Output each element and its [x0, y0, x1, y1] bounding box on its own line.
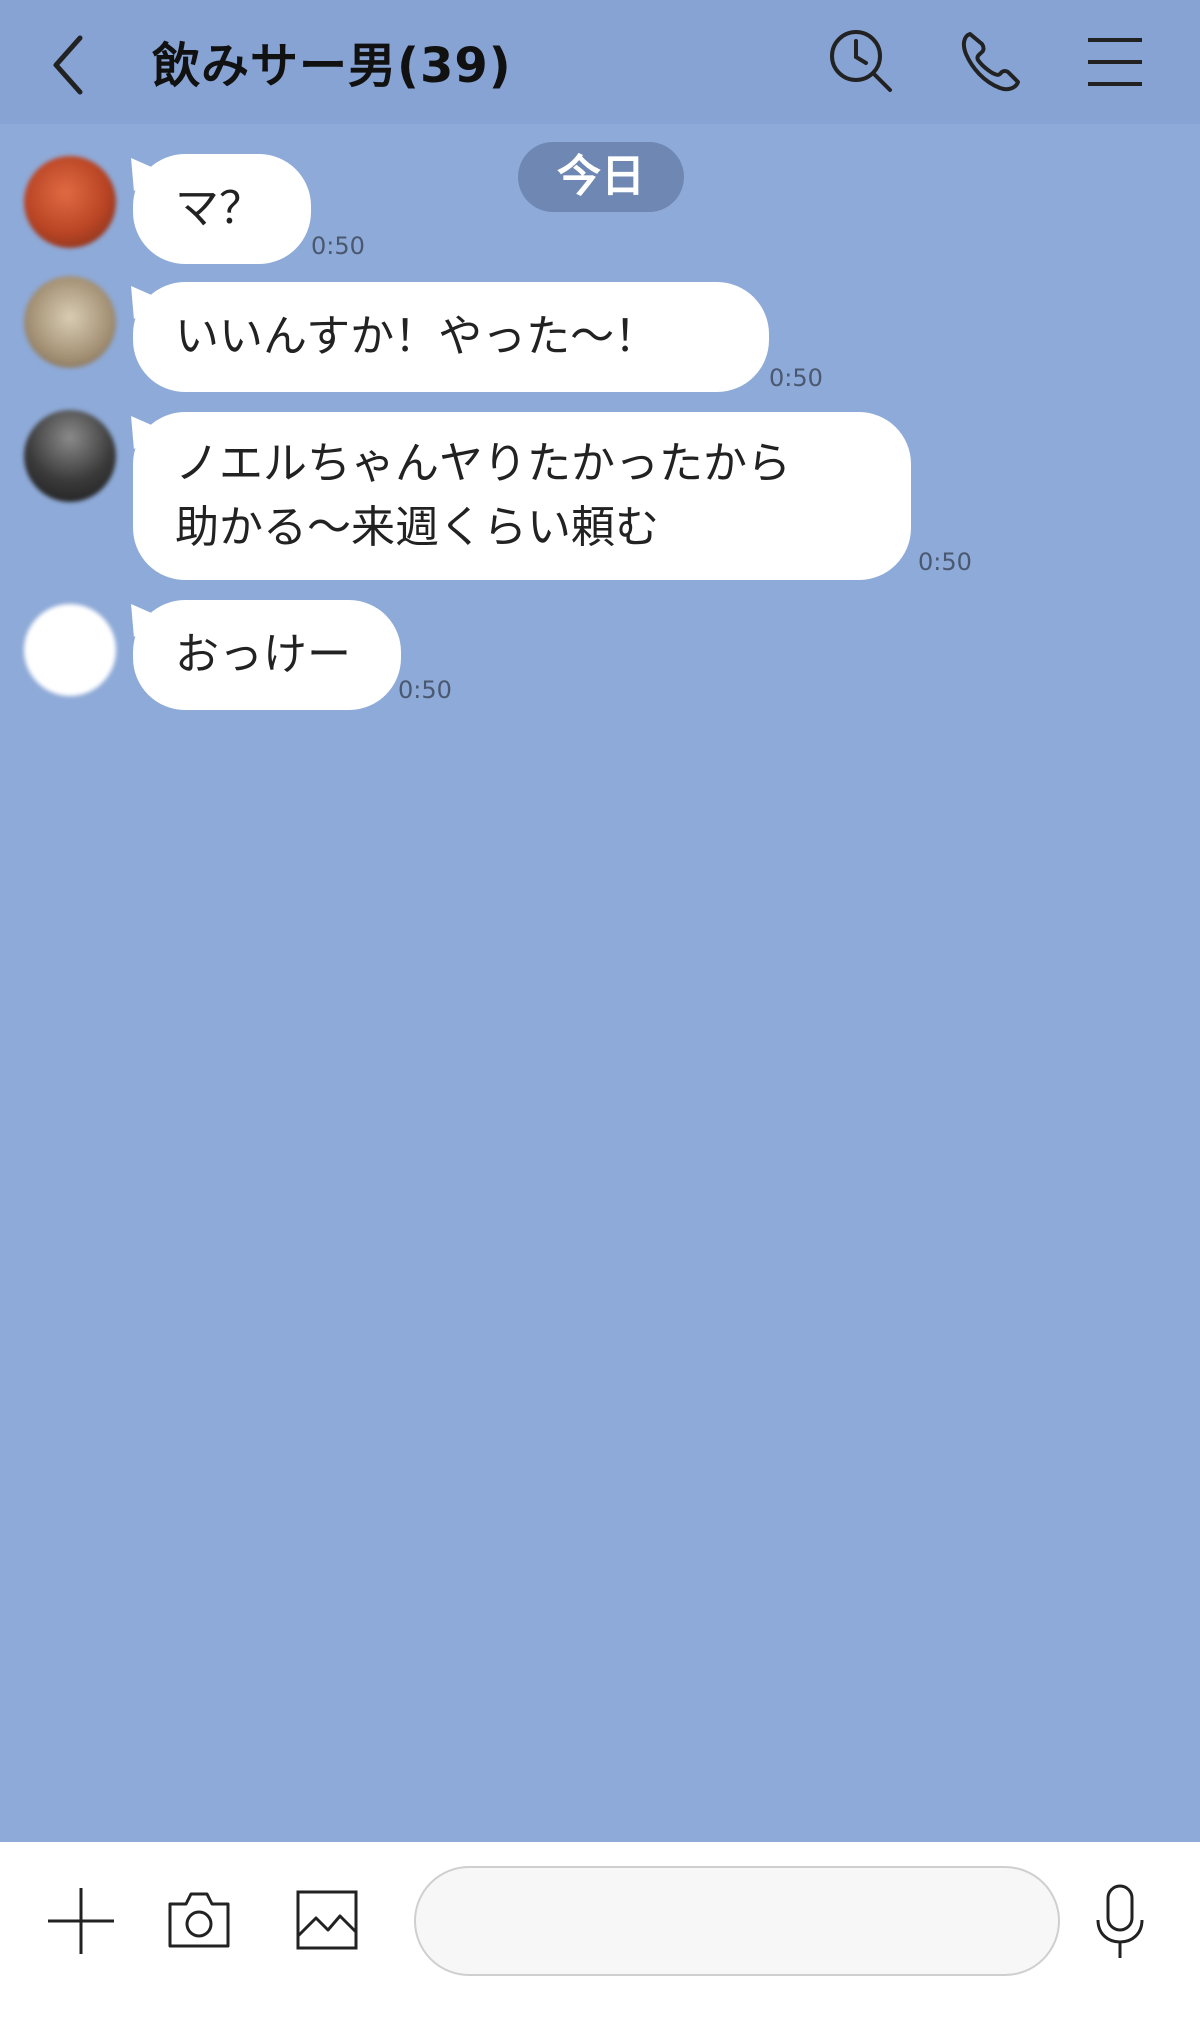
avatar[interactable] — [24, 604, 116, 696]
message-time: 0:50 — [918, 548, 972, 576]
search-icon[interactable] — [826, 26, 896, 96]
message-bubble[interactable]: マ？ — [133, 154, 311, 264]
message-bubble[interactable]: いいんすか！やった〜！ — [133, 282, 769, 392]
message-text: いいんすか！やった〜！ — [175, 311, 659, 362]
image-icon[interactable] — [294, 1888, 360, 1952]
avatar[interactable] — [24, 410, 116, 502]
phone-icon[interactable] — [956, 26, 1026, 96]
message-text: おっけー — [175, 629, 351, 680]
camera-icon[interactable] — [166, 1888, 232, 1952]
avatar[interactable] — [24, 156, 116, 248]
message-text-line: 助かる〜来週くらい頼む — [175, 502, 659, 553]
message-time: 0:50 — [311, 232, 365, 260]
back-chevron-icon[interactable] — [44, 30, 94, 100]
microphone-icon[interactable] — [1092, 1882, 1148, 1962]
message-text-line: ノエルちゃんヤりたかったから — [175, 438, 791, 489]
message-bubble[interactable]: おっけー — [133, 600, 401, 710]
menu-icon[interactable] — [1080, 26, 1150, 96]
chat-header: 飲みサー男(39) — [0, 0, 1200, 124]
message-time: 0:50 — [398, 676, 452, 704]
plus-icon[interactable] — [44, 1884, 118, 1958]
message-text: マ？ — [175, 183, 263, 234]
message-input[interactable] — [414, 1866, 1060, 1976]
avatar[interactable] — [24, 276, 116, 368]
composer-bar — [0, 1842, 1200, 2018]
message-time: 0:50 — [769, 364, 823, 392]
chat-title: 飲みサー男(39) — [152, 38, 512, 94]
date-separator: 今日 — [518, 142, 684, 212]
message-bubble[interactable]: ノエルちゃんヤりたかったから 助かる〜来週くらい頼む — [133, 412, 911, 580]
